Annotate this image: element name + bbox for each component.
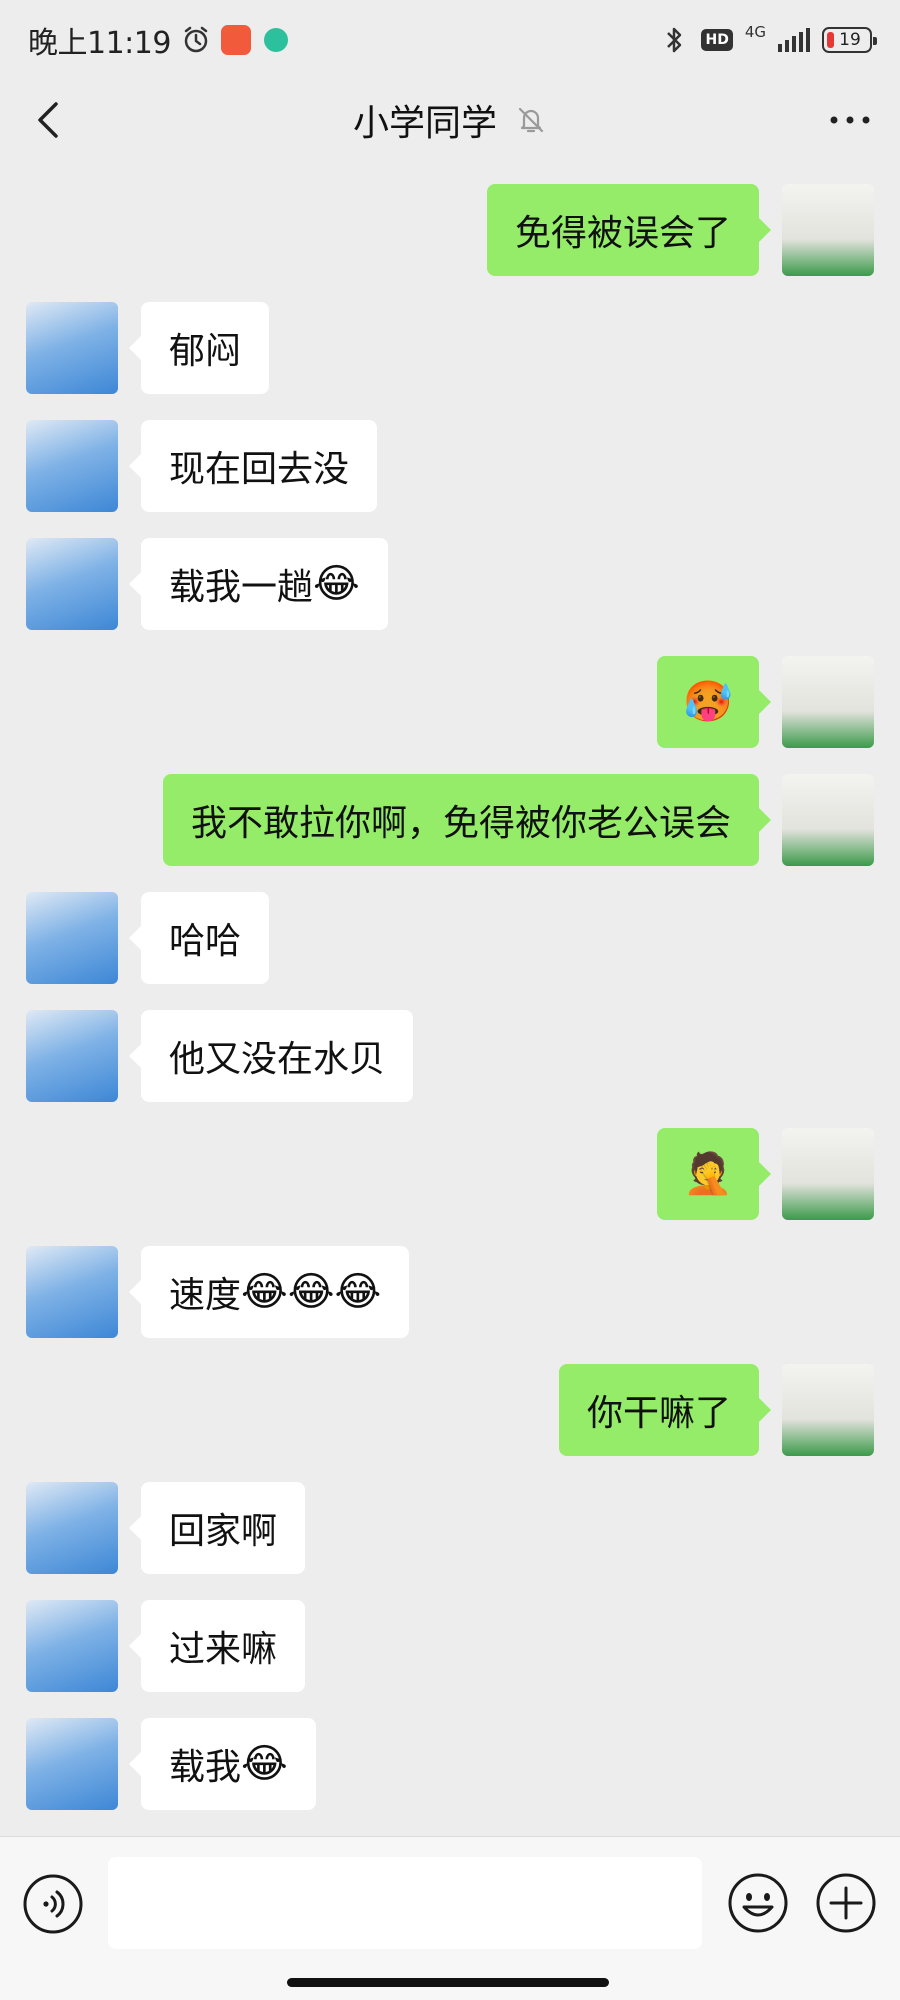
message-text: 载我 [169, 1747, 242, 1788]
laughing-emoji: 😂 [313, 561, 360, 607]
message-bubble-received[interactable]: 哈哈 [128, 892, 270, 984]
app-notification-icon-2 [261, 25, 291, 55]
message-bubble-received[interactable]: 速度 😂😂😂 [128, 1246, 410, 1338]
message-row: 你干嘛了 [0, 1364, 900, 1456]
contact-avatar[interactable] [26, 1482, 118, 1574]
chat-header: 小学同学 [0, 80, 900, 160]
chat-title: 小学同学 [352, 103, 497, 144]
message-row: 他又没在水贝 [0, 1010, 900, 1102]
message-text: 载我一趟 [169, 567, 314, 608]
message-text: 过来嘛 [169, 1629, 278, 1670]
message-text: 你干嘛了 [586, 1393, 731, 1434]
message-bubble-sent[interactable]: 你干嘛了 [558, 1364, 772, 1456]
contact-avatar[interactable] [26, 1718, 118, 1810]
home-indicator[interactable] [287, 1978, 609, 1987]
message-row: 免得被误会了 [0, 184, 900, 276]
message-row: 回家啊 [0, 1482, 900, 1574]
message-input[interactable] [108, 1857, 702, 1949]
contact-avatar[interactable] [26, 420, 118, 512]
contact-avatar[interactable] [26, 1600, 118, 1692]
hd-badge: HD [701, 29, 733, 51]
message-bubble-sent[interactable]: 🥵 [657, 656, 771, 748]
battery-level [827, 32, 834, 48]
message-bubble-received[interactable]: 过来嘛 [128, 1600, 306, 1692]
plus-circle-icon[interactable] [814, 1871, 878, 1935]
message-text: 哈哈 [169, 921, 242, 962]
contact-avatar[interactable] [26, 302, 118, 394]
message-text: 现在回去没 [169, 449, 350, 490]
message-text: 郁闷 [169, 331, 242, 372]
hot-face-emoji: 🥵 [683, 679, 733, 725]
chevron-left-icon[interactable] [28, 98, 72, 142]
bell-off-icon [515, 104, 547, 136]
my-avatar[interactable] [782, 184, 874, 276]
message-row: 哈哈 [0, 892, 900, 984]
message-bubble-received[interactable]: 载我 😂 [129, 1718, 316, 1810]
signal-icon [778, 28, 810, 52]
my-avatar[interactable] [782, 656, 874, 748]
my-avatar[interactable] [782, 1364, 874, 1456]
message-row: 速度 😂😂😂 [0, 1246, 900, 1338]
voice-icon[interactable] [22, 1873, 84, 1935]
message-row: 过来嘛 [0, 1600, 900, 1692]
message-bubble-sent[interactable]: 免得被误会了 [486, 184, 772, 276]
message-text: 速度 [169, 1275, 242, 1316]
status-left-icons [181, 25, 291, 55]
message-bubble-received[interactable]: 现在回去没 [128, 420, 378, 512]
network-type: 4G [744, 23, 766, 41]
message-row: 🥵 [0, 656, 900, 748]
bluetooth-icon [659, 25, 689, 55]
message-row: 郁闷 [0, 302, 900, 394]
laughing-emoji: 😂😂😂 [241, 1269, 382, 1315]
message-bubble-sent[interactable]: 🤦 [657, 1128, 771, 1220]
contact-avatar[interactable] [26, 892, 118, 984]
message-text: 回家啊 [169, 1511, 278, 1552]
my-avatar[interactable] [782, 774, 874, 866]
message-bubble-received[interactable]: 他又没在水贝 [128, 1010, 414, 1102]
facepalm-emoji: 🤦 [683, 1151, 733, 1197]
app-notification-icon [220, 25, 251, 55]
contact-avatar[interactable] [26, 1246, 118, 1338]
contact-avatar[interactable] [26, 538, 118, 630]
status-right: HD 4G 19 [659, 0, 877, 80]
chat-input-bar [0, 1836, 900, 2000]
message-row: 载我 😂 [0, 1718, 900, 1810]
message-row: 我不敢拉你啊，免得被你老公误会 [0, 774, 900, 866]
laughing-emoji: 😂 [241, 1741, 288, 1787]
message-bubble-received[interactable]: 回家啊 [128, 1482, 306, 1574]
message-row: 现在回去没 [0, 420, 900, 512]
message-row: 🤦 [0, 1128, 900, 1220]
message-bubble-received[interactable]: 郁闷 [128, 302, 270, 394]
message-text: 免得被误会了 [514, 213, 731, 254]
message-row: 载我一趟 😂 [0, 538, 900, 630]
alarm-clock-icon [181, 25, 211, 55]
message-bubble-sent[interactable]: 我不敢拉你啊，免得被你老公误会 [162, 774, 772, 866]
my-avatar[interactable] [782, 1128, 874, 1220]
battery-icon: 19 [822, 27, 877, 53]
battery-level-text: 19 [839, 30, 861, 50]
message-bubble-received[interactable]: 载我一趟 😂 [129, 538, 388, 630]
more-dots-icon[interactable] [828, 102, 872, 138]
status-bar: 晚上11:19 HD 4G 19 [0, 0, 900, 80]
smiley-icon[interactable] [726, 1871, 790, 1935]
message-text: 他又没在水贝 [169, 1039, 386, 1080]
status-time: 晚上11:19 [28, 26, 171, 61]
contact-avatar[interactable] [26, 1010, 118, 1102]
message-text: 我不敢拉你啊，免得被你老公误会 [190, 803, 731, 844]
